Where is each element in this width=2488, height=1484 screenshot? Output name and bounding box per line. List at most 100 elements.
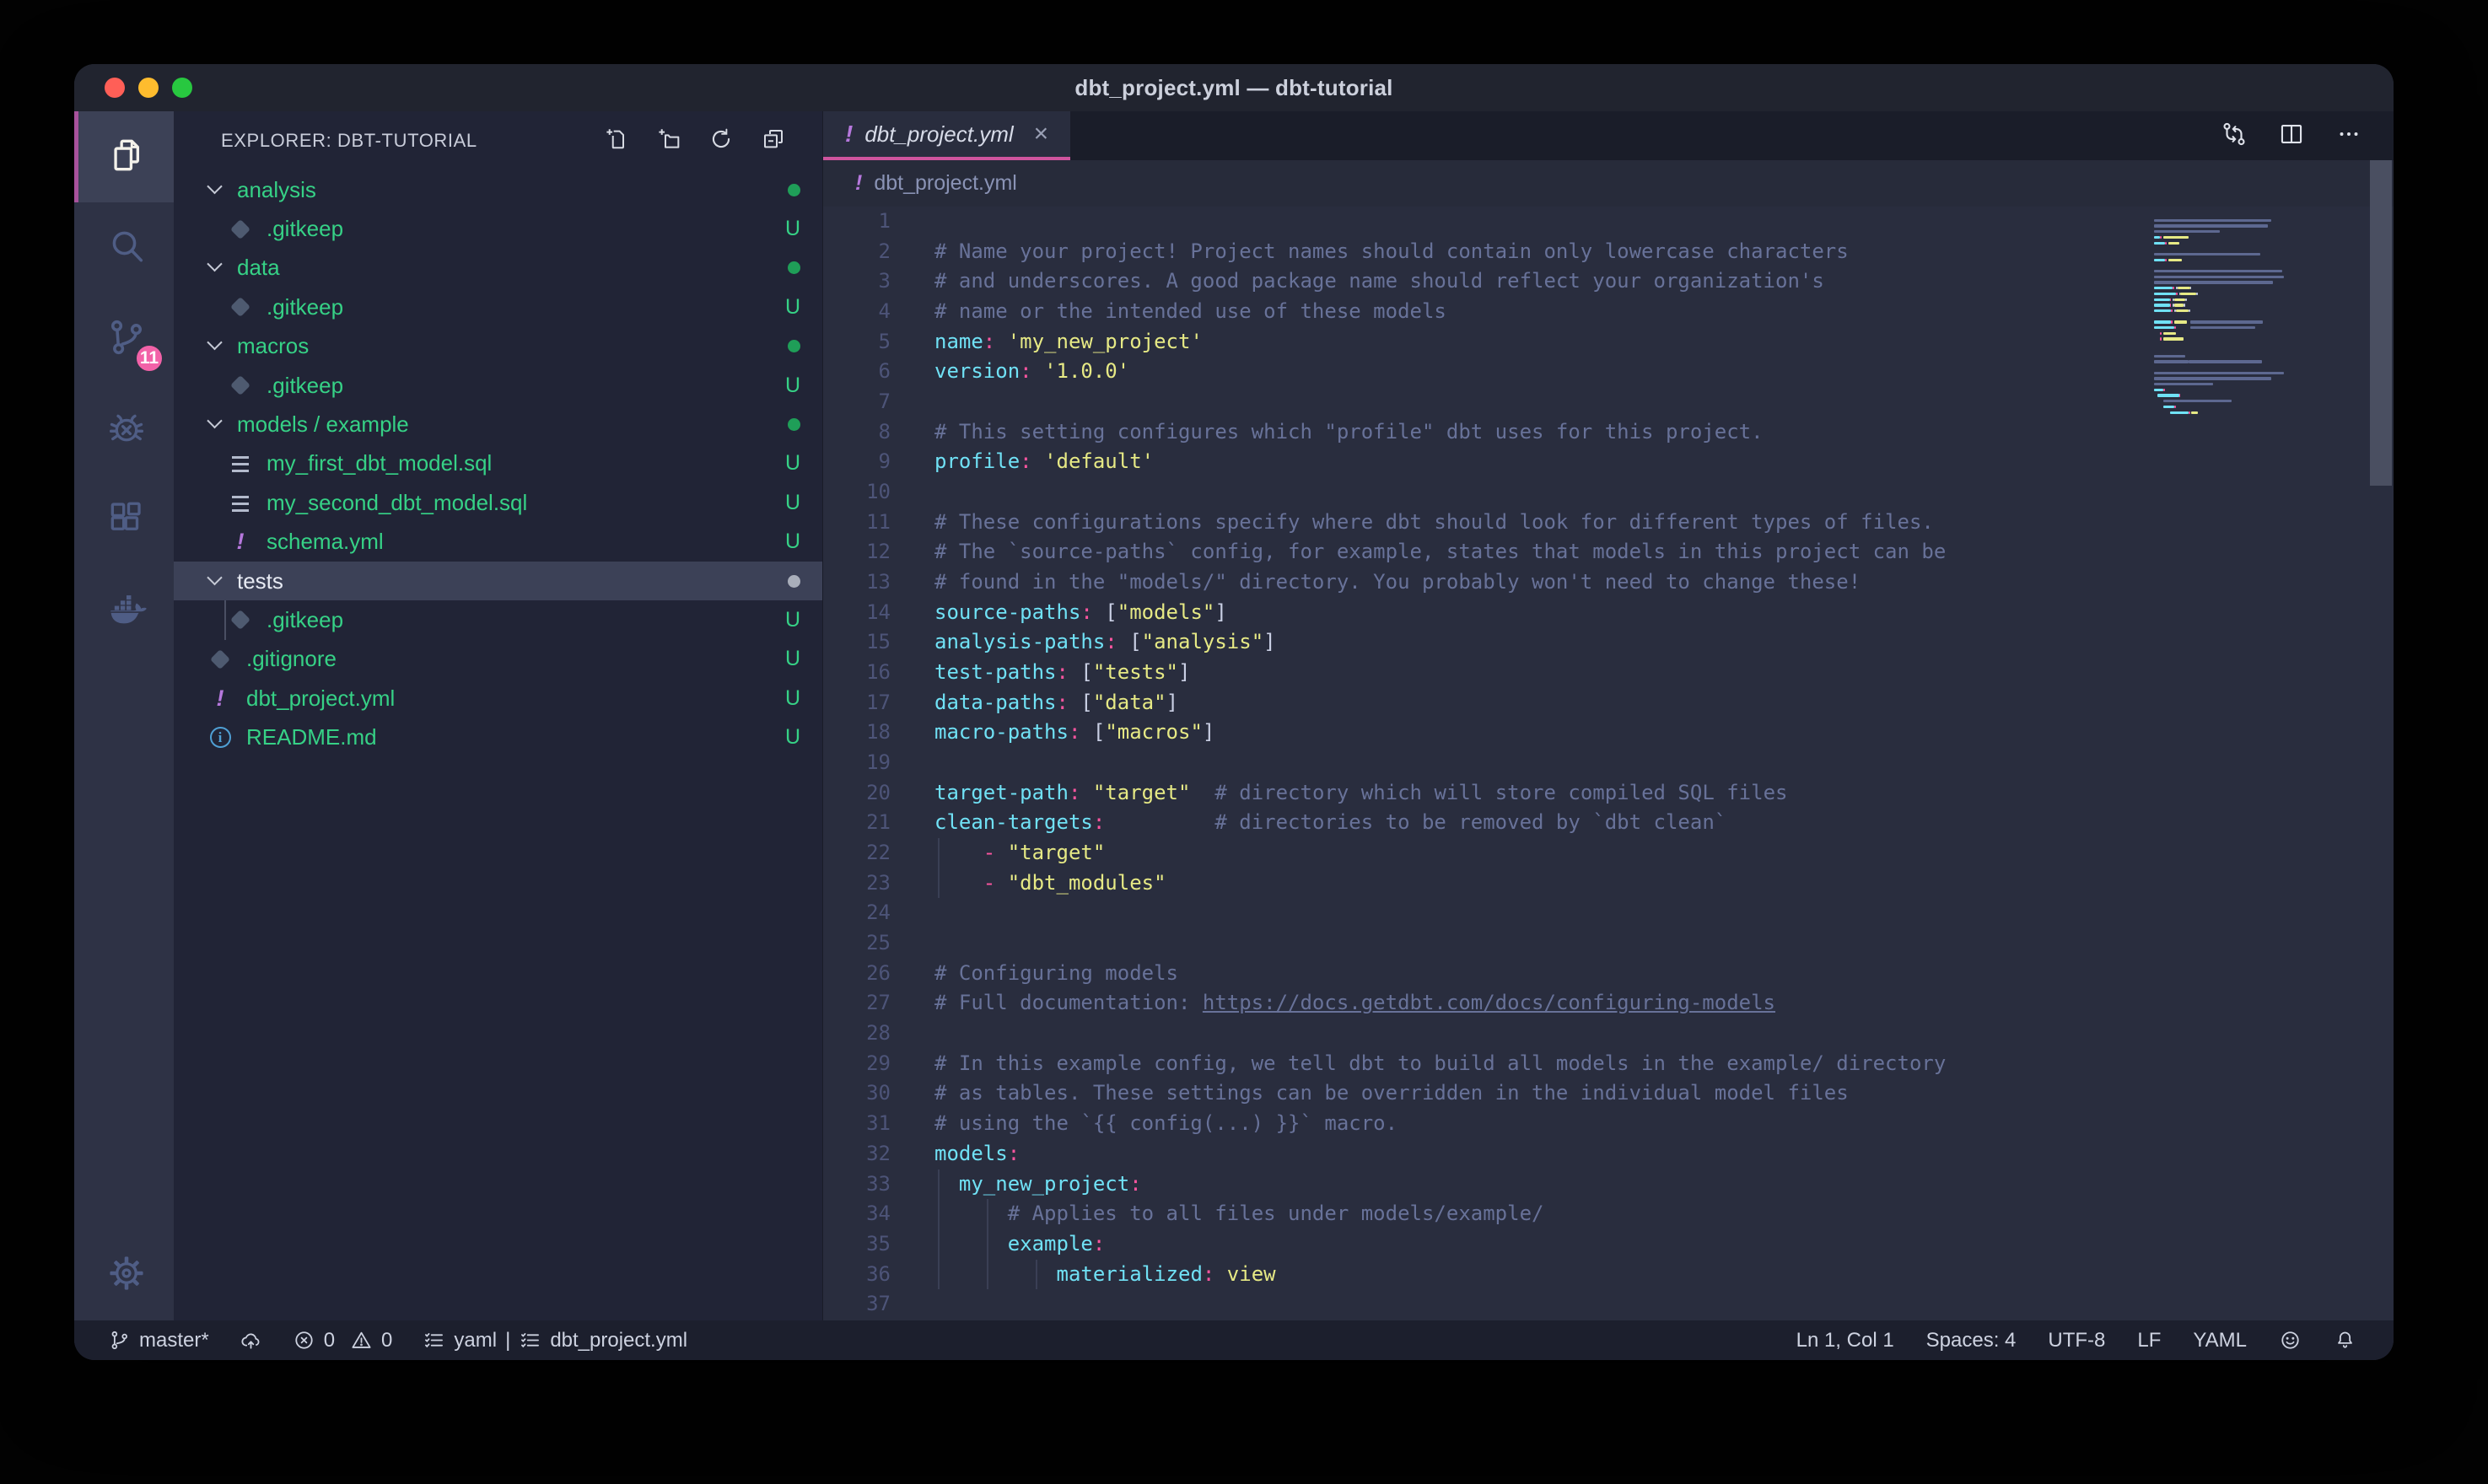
minimap[interactable] xyxy=(2154,213,2365,466)
untracked-badge: U xyxy=(785,686,800,711)
close-tab-icon[interactable]: × xyxy=(1034,121,1049,147)
breadcrumb[interactable]: ! dbt_project.yml xyxy=(823,160,2394,207)
git-branch-status[interactable]: master* xyxy=(108,1329,209,1352)
documentation-link[interactable]: https://docs.getdbt.com/docs/configuring… xyxy=(1203,991,1775,1014)
breadcrumb-file[interactable]: dbt_project.yml xyxy=(874,171,1017,196)
code-editor[interactable]: 12# Name your project! Project names sho… xyxy=(823,207,2394,1320)
activity-explorer-button[interactable] xyxy=(74,111,174,202)
tree-item-models-example[interactable]: models / example xyxy=(174,405,822,444)
tree-item-label: my_first_dbt_model.sql xyxy=(267,450,492,476)
tree-item-.gitkeep[interactable]: .gitkeepU xyxy=(174,288,822,326)
code-line-10[interactable]: 10 xyxy=(823,477,2394,508)
code-line-12[interactable]: 12# The `source-paths` config, for examp… xyxy=(823,537,2394,567)
code-line-15[interactable]: 15analysis-paths: ["analysis"] xyxy=(823,627,2394,658)
bug-icon xyxy=(105,407,148,454)
minimap-line xyxy=(2154,293,2198,295)
code-line-32[interactable]: 32models: xyxy=(823,1139,2394,1169)
linter-language: yaml xyxy=(454,1329,497,1352)
code-line-27[interactable]: 27# Full documentation: https://docs.get… xyxy=(823,988,2394,1019)
tab-dbt-project-yml[interactable]: ! dbt_project.yml × xyxy=(823,111,1070,160)
cursor-position[interactable]: Ln 1, Col 1 xyxy=(1796,1329,1894,1352)
tree-item-data[interactable]: data xyxy=(174,249,822,288)
notifications-bell-icon[interactable] xyxy=(2334,1329,2356,1352)
code-line-33[interactable]: 33 my_new_project: xyxy=(823,1169,2394,1200)
manage-settings-button[interactable] xyxy=(74,1229,174,1320)
code-line-35[interactable]: 35 example: xyxy=(823,1229,2394,1260)
untracked-badge: U xyxy=(785,374,800,398)
tree-item-macros[interactable]: macros xyxy=(174,327,822,366)
problems-status[interactable]: 0 0 xyxy=(293,1329,393,1352)
desktop-background: dbt_project.yml — dbt-tutorial xyxy=(0,0,2488,1484)
modified-folder-dot xyxy=(788,575,800,588)
split-editor-icon[interactable] xyxy=(2277,120,2306,153)
tree-item-.gitkeep[interactable]: .gitkeepU xyxy=(174,209,822,248)
tree-item-dbt-project.yml[interactable]: !dbt_project.ymlU xyxy=(174,679,822,718)
code-line-36[interactable]: 36 materialized: view xyxy=(823,1260,2394,1290)
code-line-28[interactable]: 28 xyxy=(823,1019,2394,1049)
close-window-button[interactable] xyxy=(105,78,125,98)
line-number: 4 xyxy=(823,297,891,327)
minimize-window-button[interactable] xyxy=(138,78,159,98)
untracked-badge: U xyxy=(785,647,800,671)
docker-whale-icon xyxy=(105,589,148,636)
code-line-20[interactable]: 20target-path: "target" # directory whic… xyxy=(823,778,2394,809)
activity-debug-button[interactable] xyxy=(74,384,174,476)
open-changes-icon[interactable] xyxy=(2220,120,2248,153)
minimap-line xyxy=(2154,360,2262,363)
code-line-14[interactable]: 14source-paths: ["models"] xyxy=(823,598,2394,628)
more-actions-icon[interactable] xyxy=(2335,120,2363,153)
tree-item-readme.md[interactable]: iREADME.mdU xyxy=(174,718,822,756)
zoom-window-button[interactable] xyxy=(172,78,192,98)
new-folder-icon[interactable] xyxy=(655,126,682,157)
code-line-22[interactable]: 22 - "target" xyxy=(823,838,2394,868)
tree-item-.gitkeep[interactable]: .gitkeepU xyxy=(174,366,822,405)
code-line-26[interactable]: 26# Configuring models xyxy=(823,959,2394,989)
tree-item-.gitignore[interactable]: .gitignore U xyxy=(174,640,822,679)
tree-item-tests[interactable]: tests xyxy=(174,562,822,600)
titlebar[interactable]: dbt_project.yml — dbt-tutorial xyxy=(74,64,2394,111)
code-line-29[interactable]: 29# In this example config, we tell dbt … xyxy=(823,1049,2394,1079)
code-line-19[interactable]: 19 xyxy=(823,748,2394,778)
encoding-setting[interactable]: UTF-8 xyxy=(2048,1329,2105,1352)
minimap-line xyxy=(2154,406,2176,408)
language-mode[interactable]: YAML xyxy=(2193,1329,2247,1352)
activity-search-button[interactable] xyxy=(74,202,174,293)
code-line-23[interactable]: 23 - "dbt_modules" xyxy=(823,868,2394,899)
line-number: 34 xyxy=(823,1199,891,1229)
code-line-17[interactable]: 17data-paths: ["data"] xyxy=(823,688,2394,718)
code-line-16[interactable]: 16test-paths: ["tests"] xyxy=(823,658,2394,688)
untracked-badge: U xyxy=(785,491,800,515)
code-line-13[interactable]: 13# found in the "models/" directory. Yo… xyxy=(823,567,2394,598)
code-line-25[interactable]: 25 xyxy=(823,928,2394,959)
activity-source-control-button[interactable]: 11 xyxy=(74,293,174,384)
code-line-34[interactable]: 34 # Applies to all files under models/e… xyxy=(823,1199,2394,1229)
code-line-31[interactable]: 31# using the `{{ config(...) }}` macro. xyxy=(823,1109,2394,1139)
tree-item-analysis[interactable]: analysis xyxy=(174,170,822,209)
line-number: 15 xyxy=(823,627,891,658)
line-number: 26 xyxy=(823,959,891,989)
code-line-24[interactable]: 24 xyxy=(823,898,2394,928)
code-line-37[interactable]: 37 xyxy=(823,1289,2394,1320)
tree-item-my-first-dbt-model.sql[interactable]: my_first_dbt_model.sqlU xyxy=(174,444,822,483)
eol-setting[interactable]: LF xyxy=(2137,1329,2161,1352)
new-file-icon[interactable] xyxy=(603,126,630,157)
feedback-smiley-icon[interactable] xyxy=(2279,1329,2302,1352)
indentation-setting[interactable]: Spaces: 4 xyxy=(1926,1329,2017,1352)
editor-scrollbar[interactable] xyxy=(2370,160,2392,486)
tree-item-.gitkeep[interactable]: .gitkeepU xyxy=(174,600,822,639)
code-line-21[interactable]: 21clean-targets: # directories to be rem… xyxy=(823,808,2394,838)
linter-status[interactable]: yaml | dbt_project.yml xyxy=(423,1329,687,1352)
collapse-folders-icon[interactable] xyxy=(760,126,787,157)
tree-item-my-second-dbt-model.sql[interactable]: my_second_dbt_model.sqlU xyxy=(174,483,822,522)
explorer-title: EXPLORER: DBT-TUTORIAL xyxy=(221,130,603,152)
code-line-18[interactable]: 18macro-paths: ["macros"] xyxy=(823,718,2394,748)
sync-changes-button[interactable] xyxy=(240,1329,262,1352)
minimap-line xyxy=(2154,276,2284,278)
refresh-icon[interactable] xyxy=(708,126,735,157)
code-line-11[interactable]: 11# These configurations specify where d… xyxy=(823,508,2394,538)
tree-item-schema.yml[interactable]: !schema.ymlU xyxy=(174,523,822,562)
activity-docker-button[interactable] xyxy=(74,567,174,658)
code-line-30[interactable]: 30# as tables. These settings can be ove… xyxy=(823,1078,2394,1109)
tree-item-label: .gitignore xyxy=(246,646,337,672)
activity-extensions-button[interactable] xyxy=(74,476,174,567)
